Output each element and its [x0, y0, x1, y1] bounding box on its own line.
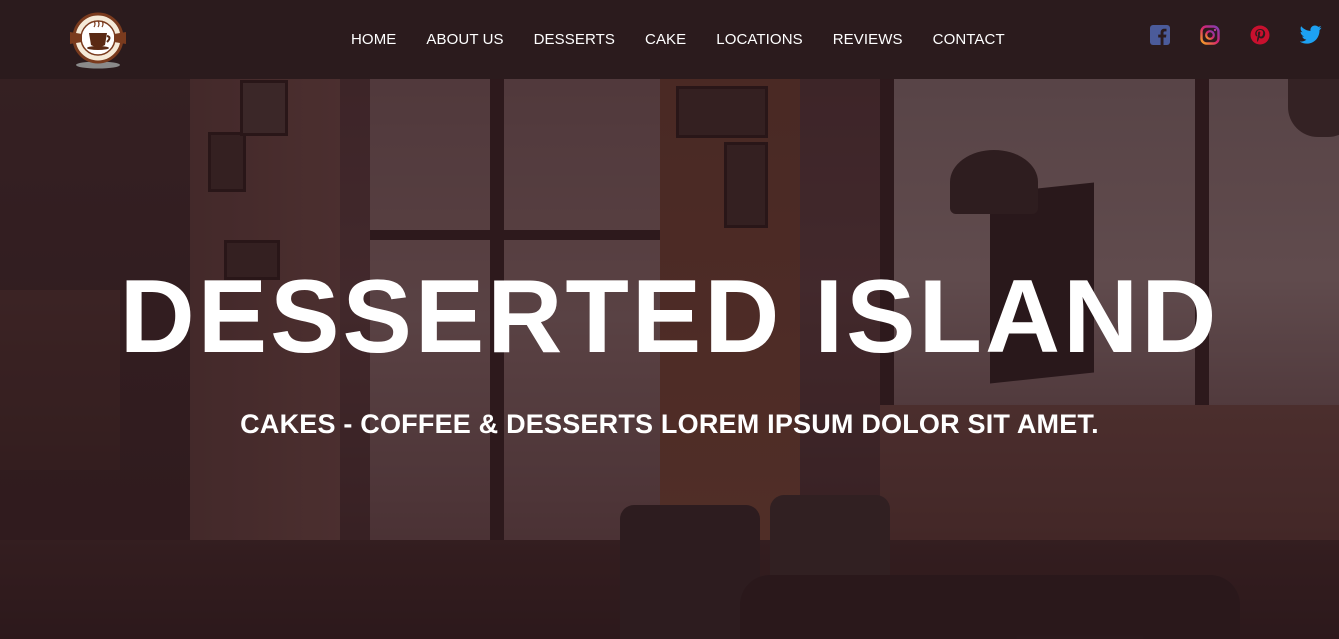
site-header: HOME ABOUT US DESSERTS CAKE LOCATIONS RE…	[0, 0, 1339, 79]
nav-item-about-us[interactable]: ABOUT US	[411, 31, 518, 48]
nav-item-cake[interactable]: CAKE	[630, 31, 701, 48]
nav-item-reviews[interactable]: REVIEWS	[818, 31, 918, 48]
nav-item-contact[interactable]: CONTACT	[918, 31, 1020, 48]
hero-title: DESSERTED ISLAND	[119, 259, 1220, 375]
nav-item-desserts[interactable]: DESSERTS	[519, 31, 630, 48]
pinterest-icon[interactable]	[1250, 25, 1270, 45]
nav-item-locations[interactable]: LOCATIONS	[701, 31, 817, 48]
hero-subtitle: CAKES - COFFEE & DESSERTS LOREM IPSUM DO…	[240, 409, 1099, 439]
instagram-icon[interactable]	[1200, 25, 1220, 45]
twitter-icon[interactable]	[1299, 25, 1322, 45]
nav-item-home[interactable]: HOME	[336, 31, 411, 48]
main-nav: HOME ABOUT US DESSERTS CAKE LOCATIONS RE…	[336, 0, 1020, 79]
social-links	[1150, 25, 1322, 45]
coffee-cup-logo-icon[interactable]	[66, 8, 130, 70]
facebook-icon[interactable]	[1150, 25, 1170, 45]
